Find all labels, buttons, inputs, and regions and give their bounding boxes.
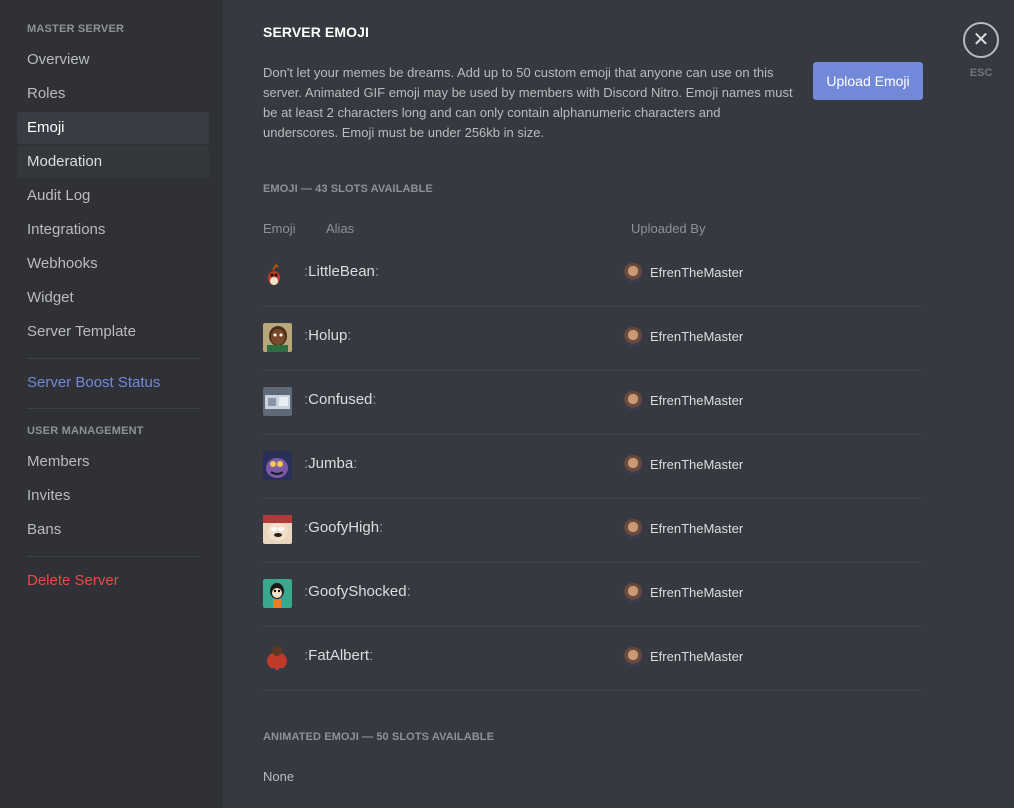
emoji-alias[interactable]: :Holup:	[304, 327, 352, 344]
alias-text: LittleBean	[308, 263, 375, 280]
alias-colon: :	[372, 391, 377, 408]
alias-text: GoofyShocked	[308, 583, 407, 600]
alias-text: GoofyHigh	[308, 519, 380, 536]
emoji-row: :Jumba: EfrenTheMaster	[263, 434, 923, 499]
uploader-avatar	[623, 455, 643, 475]
uploader-avatar	[623, 391, 643, 411]
esc-label: ESC	[969, 67, 993, 79]
sidebar-item-bans[interactable]: Bans	[17, 514, 209, 546]
little-bean-emoji-icon	[263, 259, 292, 288]
sidebar-item-moderation[interactable]: Moderation	[17, 146, 209, 178]
uploader-name: EfrenTheMaster	[650, 393, 744, 408]
sidebar-item-members[interactable]: Members	[17, 446, 209, 478]
sidebar-divider	[27, 556, 200, 557]
uploader-avatar	[623, 327, 643, 347]
alias-colon: :	[353, 455, 358, 472]
uploader-avatar	[623, 263, 643, 283]
emoji-row: :Confused: EfrenTheMaster	[263, 370, 923, 435]
alias-colon: :	[379, 519, 384, 536]
sidebar-item-webhooks[interactable]: Webhooks	[17, 248, 209, 280]
alias-text: Jumba	[308, 455, 354, 472]
sidebar-item-widget[interactable]: Widget	[17, 282, 209, 314]
close-button[interactable]: ✕	[963, 22, 999, 58]
page-title: SERVER EMOJI	[263, 24, 369, 40]
user-management-header: USER MANAGEMENT	[27, 425, 144, 437]
emoji-alias[interactable]: :GoofyHigh:	[304, 519, 383, 536]
sidebar-item-roles[interactable]: Roles	[17, 78, 209, 110]
fat-albert-emoji-icon	[263, 643, 292, 672]
emoji-row: :Holup: EfrenTheMaster	[263, 306, 923, 371]
close-icon: ✕	[972, 29, 990, 51]
sidebar-item-integrations[interactable]: Integrations	[17, 214, 209, 246]
column-header-alias: Alias	[326, 221, 355, 236]
alias-colon: :	[374, 263, 380, 280]
emoji-alias[interactable]: :LittleBean:	[304, 263, 379, 280]
alias-colon: :	[347, 327, 352, 344]
holup-emoji-icon	[263, 323, 292, 352]
jumba-emoji-icon	[263, 451, 292, 480]
upload-emoji-button[interactable]: Upload Emoji	[813, 62, 923, 100]
sidebar-item-invites[interactable]: Invites	[17, 480, 209, 512]
alias-text: Holup	[308, 327, 348, 344]
uploader-name: EfrenTheMaster	[650, 265, 744, 280]
uploader-avatar	[623, 519, 643, 539]
animated-emoji-empty: None	[263, 769, 295, 784]
uploader-avatar	[623, 647, 643, 667]
column-header-emoji: Emoji	[263, 221, 296, 236]
sidebar-divider	[27, 408, 200, 409]
sidebar-item-audit-log[interactable]: Audit Log	[17, 180, 209, 212]
uploader-name: EfrenTheMaster	[650, 457, 744, 472]
confused-emoji-icon	[263, 387, 292, 416]
alias-colon: :	[406, 583, 411, 600]
emoji-row: :GoofyShocked: EfrenTheMaster	[263, 562, 923, 627]
uploader-name: EfrenTheMaster	[650, 649, 744, 664]
emoji-row: :LittleBean: EfrenTheMaster	[263, 242, 923, 307]
server-settings-window: MASTER SERVER Overview Roles Emoji Moder…	[0, 0, 1014, 808]
server-name-header: MASTER SERVER	[27, 23, 125, 35]
goofy-shocked-emoji-icon	[263, 579, 292, 608]
goofy-high-emoji-icon	[263, 515, 292, 544]
emoji-row: :FatAlbert: EfrenTheMaster	[263, 626, 923, 691]
animated-emoji-section-label: ANIMATED EMOJI — 50 SLOTS AVAILABLE	[263, 731, 495, 743]
emoji-description: Don't let your memes be dreams. Add up t…	[263, 65, 793, 140]
uploader-avatar	[623, 583, 643, 603]
emoji-alias[interactable]: :FatAlbert:	[304, 647, 373, 664]
sidebar-item-server-template[interactable]: Server Template	[17, 316, 209, 348]
uploader-name: EfrenTheMaster	[650, 329, 744, 344]
emoji-row: :GoofyHigh: EfrenTheMaster	[263, 498, 923, 563]
sidebar-divider	[27, 358, 200, 359]
sidebar-item-overview[interactable]: Overview	[17, 44, 209, 76]
sidebar-item-delete-server[interactable]: Delete Server	[17, 565, 209, 597]
alias-text: Confused	[308, 391, 373, 408]
alias-colon: :	[369, 647, 374, 664]
emoji-alias[interactable]: :Jumba:	[304, 455, 357, 472]
sidebar-item-emoji[interactable]: Emoji	[17, 112, 209, 144]
settings-sidebar: MASTER SERVER Overview Roles Emoji Moder…	[0, 0, 223, 808]
column-header-uploaded-by: Uploaded By	[631, 221, 706, 236]
sidebar-item-server-boost-status[interactable]: Server Boost Status	[17, 367, 209, 399]
uploader-name: EfrenTheMaster	[650, 521, 744, 536]
alias-text: FatAlbert	[308, 647, 370, 664]
emoji-settings-panel: SERVER EMOJI Don't let your memes be dre…	[223, 0, 1014, 808]
emoji-alias[interactable]: :GoofyShocked:	[304, 583, 411, 600]
emoji-section-label: EMOJI — 43 SLOTS AVAILABLE	[263, 183, 433, 195]
emoji-alias[interactable]: :Confused:	[304, 391, 377, 408]
uploader-name: EfrenTheMaster	[650, 585, 744, 600]
